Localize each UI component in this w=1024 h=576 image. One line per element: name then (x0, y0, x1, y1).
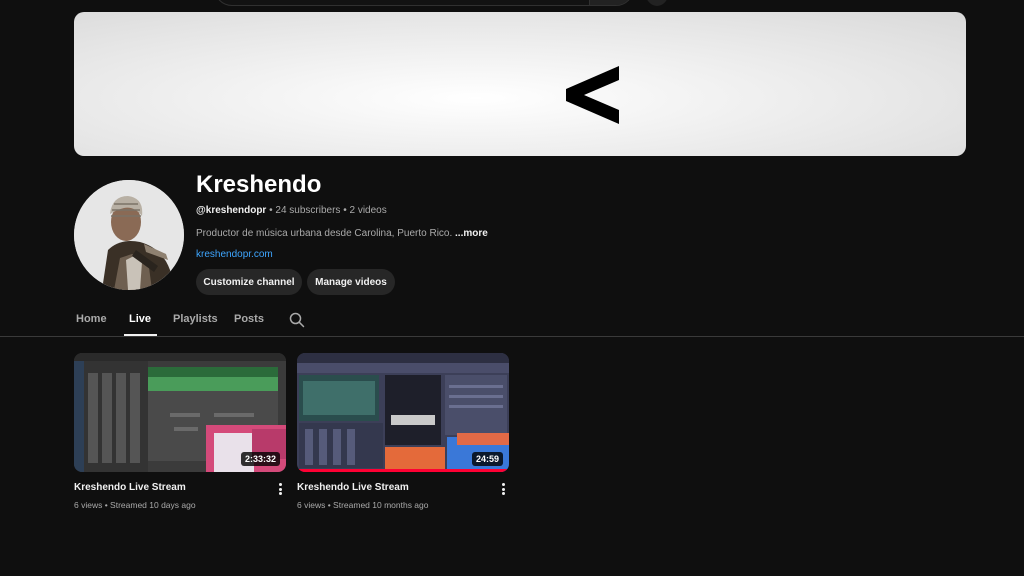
video-card[interactable]: 2:33:32 Kreshendo Live Stream 6 views • … (74, 353, 286, 510)
channel-avatar[interactable] (74, 180, 184, 290)
top-search-bar[interactable] (214, 0, 634, 6)
description-text: Productor de música urbana desde Carolin… (196, 228, 456, 239)
channel-stats: • 24 subscribers • 2 videos (266, 205, 387, 216)
top-search-button[interactable] (589, 0, 633, 5)
more-vert-icon[interactable] (499, 482, 507, 496)
video-card[interactable]: 24:59 Kreshendo Live Stream 6 views • St… (297, 353, 509, 510)
video-title[interactable]: Kreshendo Live Stream (297, 482, 409, 493)
watch-progress-bar (297, 469, 509, 472)
video-meta: 6 views • Streamed 10 months ago (297, 500, 429, 510)
video-duration: 2:33:32 (240, 452, 280, 466)
tab-live[interactable]: Live (124, 306, 168, 336)
tab-home[interactable]: Home (74, 306, 124, 336)
tab-playlists[interactable]: Playlists (168, 306, 229, 336)
video-thumbnail[interactable]: 24:59 (297, 353, 509, 472)
avatar-photo (74, 180, 184, 290)
channel-meta: @kreshendopr • 24 subscribers • 2 videos (196, 205, 387, 216)
voice-search-button[interactable] (644, 0, 670, 6)
video-thumbnail[interactable]: 2:33:32 (74, 353, 286, 472)
channel-name: Kreshendo (196, 171, 322, 198)
search-icon[interactable] (289, 312, 305, 333)
channel-description[interactable]: Productor de música urbana desde Carolin… (196, 228, 488, 239)
channel-banner (74, 12, 966, 156)
customize-channel-button[interactable]: Customize channel (196, 269, 302, 295)
tabs-divider (0, 336, 1024, 337)
manage-videos-button[interactable]: Manage videos (307, 269, 395, 295)
channel-tabs: Home Live Playlists Posts (74, 306, 283, 336)
tab-posts[interactable]: Posts (229, 306, 283, 336)
video-title[interactable]: Kreshendo Live Stream (74, 482, 186, 493)
channel-handle: @kreshendopr (196, 205, 267, 216)
video-meta: 6 views • Streamed 10 days ago (74, 500, 196, 510)
chevron-left-logo (566, 66, 619, 124)
more-vert-icon[interactable] (276, 482, 284, 496)
channel-link[interactable]: kreshendopr.com (196, 249, 273, 260)
more-link[interactable]: ...more (455, 228, 488, 239)
video-duration: 24:59 (471, 452, 503, 466)
